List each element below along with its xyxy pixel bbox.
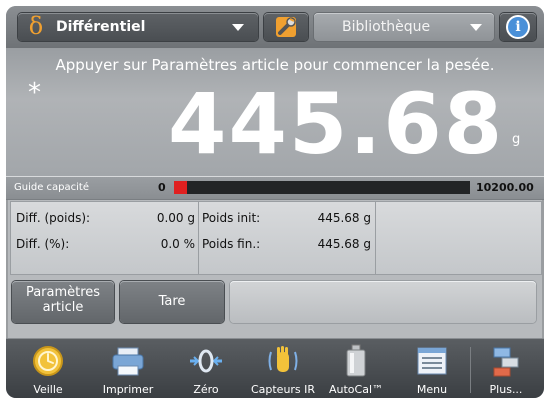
application-mode-dropdown[interactable]: δ Différentiel [18, 12, 258, 41]
item-parameters-label-line1: Paramètres [25, 285, 101, 300]
ir-sensor-hand-icon [268, 346, 298, 372]
application-mode-label: Différentiel [56, 19, 146, 35]
ir-sensors-button[interactable]: Capteurs IR [244, 339, 322, 398]
capacity-bar [174, 181, 470, 194]
empty-softkey [230, 281, 536, 323]
menu-button[interactable]: Menu [402, 339, 462, 398]
zero-label: Zéro [193, 383, 219, 396]
balance-screen: δ Différentiel Bibliothèque i Appuyer su… [6, 6, 544, 398]
divider [198, 202, 199, 274]
diff-weight-value: 0.00 g [156, 211, 195, 225]
top-bar: δ Différentiel Bibliothèque i [6, 6, 544, 48]
initial-weight-value: 445.68 g [317, 211, 371, 225]
item-parameters-button[interactable]: Paramètres article [12, 281, 114, 323]
ir-sensors-label: Capteurs IR [250, 383, 316, 396]
diff-percent-value: 0.0 % [160, 237, 195, 251]
standby-icon [33, 346, 63, 376]
menu-label: Menu [416, 383, 448, 396]
info-button[interactable]: i [500, 13, 536, 41]
print-label: Imprimer [102, 383, 154, 396]
capacity-max: 10200.00 [476, 181, 534, 194]
diff-weight-label: Diff. (poids): [16, 211, 91, 225]
chevron-down-icon [232, 24, 244, 31]
divider [375, 202, 376, 274]
more-label: Plus... [489, 383, 523, 396]
standby-label: Veille [33, 383, 63, 396]
library-dropdown[interactable]: Bibliothèque [314, 13, 494, 41]
more-icon [493, 347, 519, 377]
more-button[interactable]: Plus... [476, 339, 536, 398]
standby-button[interactable]: Veille [20, 339, 76, 398]
library-label: Bibliothèque [342, 19, 431, 35]
weight-unit[interactable]: g [512, 132, 520, 147]
printer-icon [112, 347, 144, 376]
capacity-bar-fill [174, 181, 188, 194]
item-parameters-label-line2: article [42, 300, 84, 315]
results-panel: Diff. (poids): 0.00 g Diff. (%): 0.0 % P… [10, 201, 542, 275]
weight-reading: 445.68 [168, 75, 505, 173]
tare-label: Tare [158, 294, 186, 309]
info-icon: i [506, 15, 530, 39]
initial-weight-label: Poids init: [202, 211, 261, 225]
toolbar-divider [470, 347, 471, 393]
final-weight-value: 445.68 g [317, 237, 371, 251]
zero-button[interactable]: Zéro [176, 339, 236, 398]
capacity-label: Guide capacité [14, 182, 89, 193]
autocal-label: AutoCal™ [328, 383, 384, 396]
diff-percent-label: Diff. (%): [16, 237, 70, 251]
menu-list-icon [417, 347, 447, 375]
wrench-icon [276, 17, 296, 37]
capacity-min: 0 [158, 181, 166, 194]
capacity-guide: Guide capacité 0 10200.00 [6, 176, 544, 200]
calibration-weight-icon [346, 344, 366, 377]
weighing-display: Appuyer sur Paramètres article pour comm… [6, 48, 544, 176]
autocal-button[interactable]: AutoCal™ [324, 339, 388, 398]
chevron-down-icon [470, 24, 482, 31]
instruction-prompt: Appuyer sur Paramètres article pour comm… [55, 56, 495, 74]
print-button[interactable]: Imprimer [92, 339, 164, 398]
tare-button[interactable]: Tare [120, 281, 224, 323]
stability-indicator: * [28, 78, 41, 108]
bottom-toolbar: Veille Imprimer Zéro Capteurs IR AutoCal… [6, 338, 544, 398]
final-weight-label: Poids fin.: [202, 237, 261, 251]
softkey-row: Paramètres article Tare [10, 281, 540, 325]
zero-icon [190, 349, 222, 373]
delta-icon: δ [28, 12, 44, 40]
application-setup-button[interactable] [264, 13, 308, 41]
